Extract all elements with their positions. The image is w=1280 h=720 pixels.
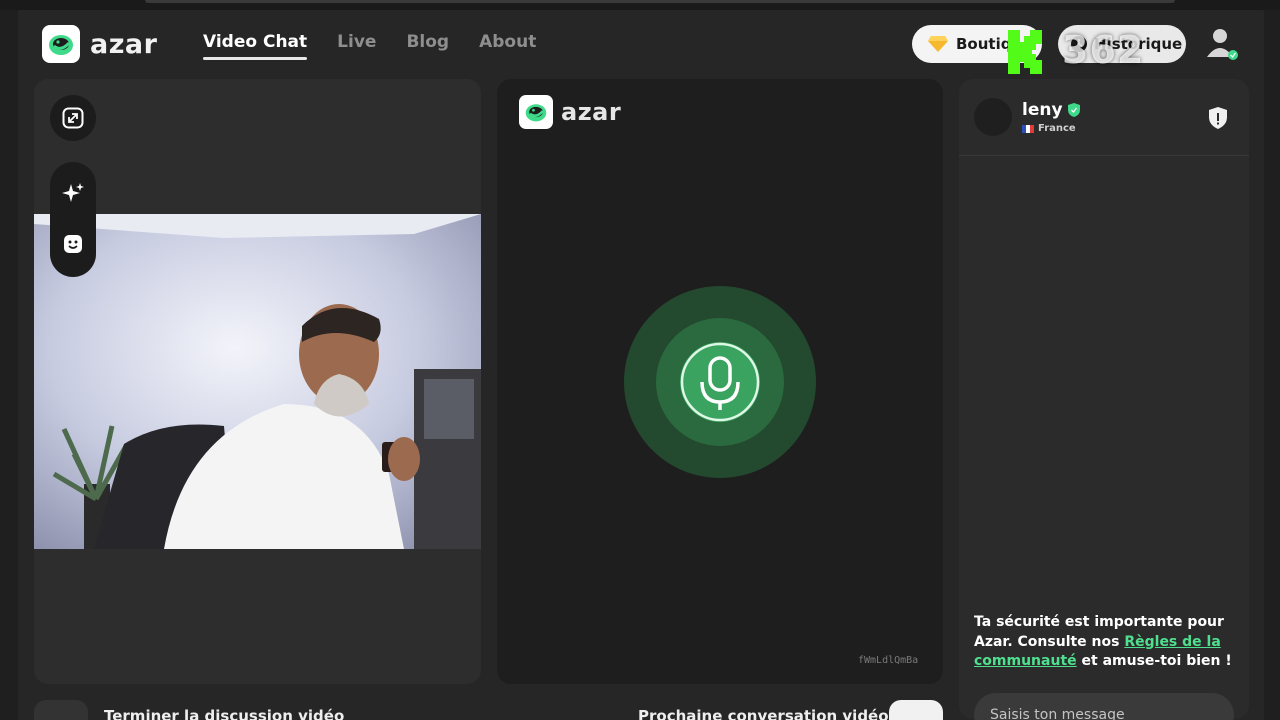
azar-logo-icon [42,25,80,63]
peer-info: leny France [974,98,1080,136]
nav-video-chat[interactable]: Video Chat [203,32,308,60]
shop-label: Boutiq [956,35,1012,53]
end-chat-button[interactable] [34,700,88,720]
azar-logo-icon-small [519,95,553,129]
safety-notice: Ta sécurité est importante pour Azar. Co… [974,613,1236,672]
gem-icon [928,36,948,52]
azar-logo[interactable]: azar [42,25,157,63]
nav-blog[interactable]: Blog [406,32,449,60]
browser-top-strip [0,0,1280,10]
top-scroll-bar [145,0,1175,3]
main-nav: Video Chat Live Blog About [203,32,536,60]
france-flag-icon [1022,124,1034,133]
face-filter-button[interactable] [50,221,96,267]
verified-shield-icon [1067,103,1080,117]
remote-panel-logo: azar [519,95,621,129]
nav-about[interactable]: About [479,32,536,60]
next-chat-button[interactable] [889,700,943,720]
remote-panel-brand: azar [561,98,622,126]
expand-button[interactable] [50,95,96,141]
chat-header-divider [959,155,1249,156]
safety-text-after: et amuse-toi bien ! [1076,653,1232,669]
report-shield-icon[interactable] [1205,105,1231,131]
peer-avatar[interactable] [974,98,1012,136]
kick-logo-icon [1008,30,1042,74]
expand-icon [62,107,84,129]
viewer-count: 362 [1062,28,1145,72]
face-filter-icon [64,235,82,253]
sparkle-effects-icon [62,183,84,202]
peer-country: France [1038,123,1076,134]
message-input[interactable] [974,693,1234,720]
effects-button[interactable] [50,170,96,216]
session-id: fWmLdlQmBa [858,655,919,666]
effects-toolbar [50,162,96,277]
user-profile-icon[interactable] [1204,25,1240,61]
peer-country-row: France [1022,123,1080,134]
peer-name-row: leny [1022,100,1080,120]
microphone-icon [624,286,816,478]
next-chat-label[interactable]: Prochaine conversation vidéo [638,707,889,720]
brand-name: azar [90,28,158,60]
peer-name: leny [1022,100,1063,120]
nav-live[interactable]: Live [337,32,376,60]
end-chat-label[interactable]: Terminer la discussion vidéo [104,707,344,720]
local-camera-feed [34,214,481,549]
